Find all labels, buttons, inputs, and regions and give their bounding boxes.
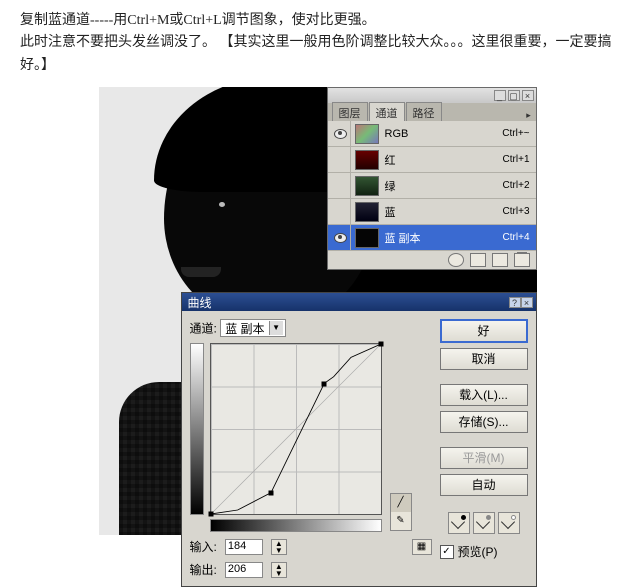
tutorial-line-2: 此时注意不要把头发丝调没了。 【其实这里一般用色阶调整比较大众。。。这里很重要，… <box>20 32 615 77</box>
curve-tool-toggle: ╱ ✎ <box>390 493 412 531</box>
channel-name: 红 <box>385 152 503 168</box>
curve-control-point[interactable] <box>208 512 213 517</box>
tab-paths[interactable]: 路径 <box>406 102 442 121</box>
curves-output-label: 输出: <box>190 561 217 578</box>
eye-icon <box>334 233 347 243</box>
curve-point-tool-icon[interactable]: ╱ <box>391 494 411 512</box>
black-point-eyedropper-icon[interactable] <box>448 512 470 534</box>
channel-thumb <box>355 176 379 196</box>
save-button[interactable]: 存储(S)... <box>440 411 528 433</box>
chevron-down-icon[interactable]: ▼ <box>269 321 283 335</box>
curve-line <box>211 344 381 514</box>
cancel-button[interactable]: 取消 <box>440 348 528 370</box>
preview-label: 预览(P) <box>458 543 498 560</box>
input-stepper[interactable]: ▲▼ <box>271 539 287 555</box>
smooth-button: 平滑(M) <box>440 447 528 469</box>
visibility-toggle[interactable] <box>332 173 351 198</box>
auto-button[interactable]: 自动 <box>440 474 528 496</box>
channel-row[interactable]: 绿Ctrl+2 <box>328 173 536 199</box>
channel-row[interactable]: 蓝 副本Ctrl+4 <box>328 225 536 251</box>
channel-name: 蓝 <box>385 204 503 220</box>
eyedropper-group <box>440 512 528 534</box>
white-point-eyedropper-icon[interactable] <box>498 512 520 534</box>
visibility-toggle[interactable] <box>332 121 351 146</box>
output-gradient <box>190 343 204 515</box>
new-channel-icon[interactable] <box>492 253 508 267</box>
channel-name: RGB <box>385 128 503 140</box>
panel-tabbar: 图层 通道 路径 ▸ <box>328 103 536 121</box>
channel-shortcut: Ctrl+4 <box>503 232 530 243</box>
curves-help-icon[interactable]: ? <box>509 297 521 308</box>
tab-layers[interactable]: 图层 <box>332 102 368 121</box>
eye-icon <box>334 129 347 139</box>
visibility-toggle[interactable] <box>332 225 351 250</box>
curve-control-point[interactable] <box>321 381 326 386</box>
delete-channel-icon[interactable] <box>514 253 530 267</box>
channel-thumb <box>355 150 379 170</box>
input-gradient <box>210 519 382 532</box>
tutorial-text: 复制蓝通道-----用Ctrl+M或Ctrl+L调节图象，使对比更强。 此时注意… <box>20 10 615 77</box>
ok-button[interactable]: 好 <box>440 319 528 343</box>
channel-thumb <box>355 228 379 248</box>
load-button[interactable]: 载入(L)... <box>440 384 528 406</box>
save-selection-as-channel-icon[interactable] <box>470 253 486 267</box>
curve-control-point[interactable] <box>268 490 273 495</box>
channel-shortcut: Ctrl+1 <box>503 154 530 165</box>
minimize-icon[interactable]: _ <box>494 90 506 101</box>
channel-thumb <box>355 124 379 144</box>
curves-channel-label: 通道: <box>190 322 217 336</box>
channel-shortcut: Ctrl+~ <box>502 128 529 139</box>
load-channel-as-selection-icon[interactable] <box>448 253 464 267</box>
curves-output-field[interactable]: 206 <box>225 562 263 578</box>
curves-input-label: 输入: <box>190 538 217 555</box>
curves-grid[interactable] <box>210 343 382 515</box>
channel-shortcut: Ctrl+3 <box>503 206 530 217</box>
close-icon[interactable]: × <box>522 90 534 101</box>
grid-size-toggle-icon[interactable]: ▦ <box>412 539 432 555</box>
curves-channel-select[interactable]: 蓝 副本 ▼ <box>220 319 285 337</box>
channel-row[interactable]: 蓝Ctrl+3 <box>328 199 536 225</box>
visibility-toggle[interactable] <box>332 199 351 224</box>
curves-close-icon[interactable]: × <box>521 297 533 308</box>
photoshop-screenshot: _ ▢ × 图层 通道 路径 ▸ RGBCtrl+~红Ctrl+1绿Ctrl+2… <box>99 87 537 535</box>
visibility-toggle[interactable] <box>332 147 351 172</box>
curves-channel-value: 蓝 副本 <box>225 320 264 337</box>
output-stepper[interactable]: ▲▼ <box>271 562 287 578</box>
channel-name: 绿 <box>385 178 503 194</box>
channels-panel: _ ▢ × 图层 通道 路径 ▸ RGBCtrl+~红Ctrl+1绿Ctrl+2… <box>327 87 537 270</box>
curve-control-point[interactable] <box>378 342 383 347</box>
tab-channels[interactable]: 通道 <box>369 102 405 121</box>
channel-thumb <box>355 202 379 222</box>
channel-row[interactable]: RGBCtrl+~ <box>328 121 536 147</box>
channel-shortcut: Ctrl+2 <box>503 180 530 191</box>
curves-dialog: 曲线 ? × 通道: 蓝 副本 ▼ <box>181 292 537 587</box>
curves-input-field[interactable]: 184 <box>225 539 263 555</box>
tutorial-line-1: 复制蓝通道-----用Ctrl+M或Ctrl+L调节图象，使对比更强。 <box>20 10 615 32</box>
channel-name: 蓝 副本 <box>385 230 503 246</box>
preview-checkbox[interactable]: ✓ <box>440 545 454 559</box>
dock-icon[interactable]: ▢ <box>508 90 520 101</box>
curves-channel-row: 通道: 蓝 副本 ▼ <box>190 319 432 337</box>
curves-title: 曲线 <box>188 294 509 311</box>
gray-point-eyedropper-icon[interactable] <box>473 512 495 534</box>
channel-row[interactable]: 红Ctrl+1 <box>328 147 536 173</box>
panel-menu-icon[interactable]: ▸ <box>522 110 536 121</box>
curve-pencil-tool-icon[interactable]: ✎ <box>391 512 411 530</box>
